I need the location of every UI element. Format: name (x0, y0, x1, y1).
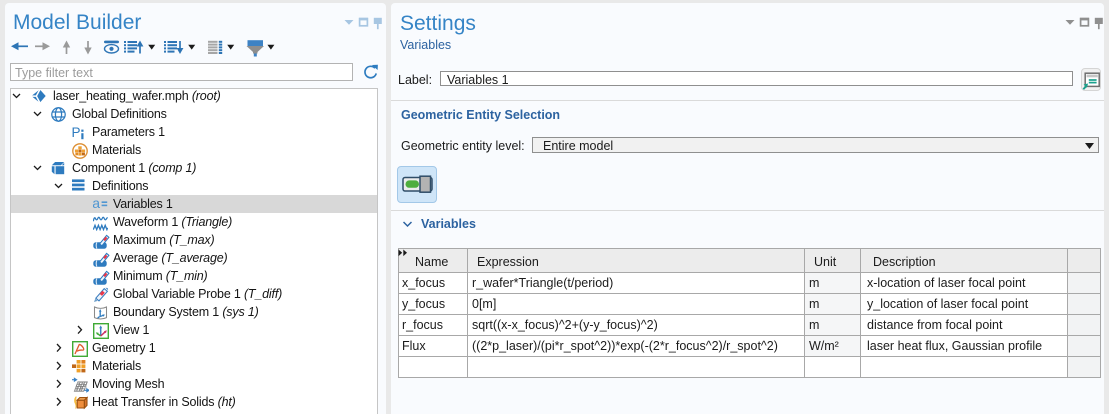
svg-text:P: P (72, 125, 81, 140)
svg-text:a: a (93, 197, 100, 211)
